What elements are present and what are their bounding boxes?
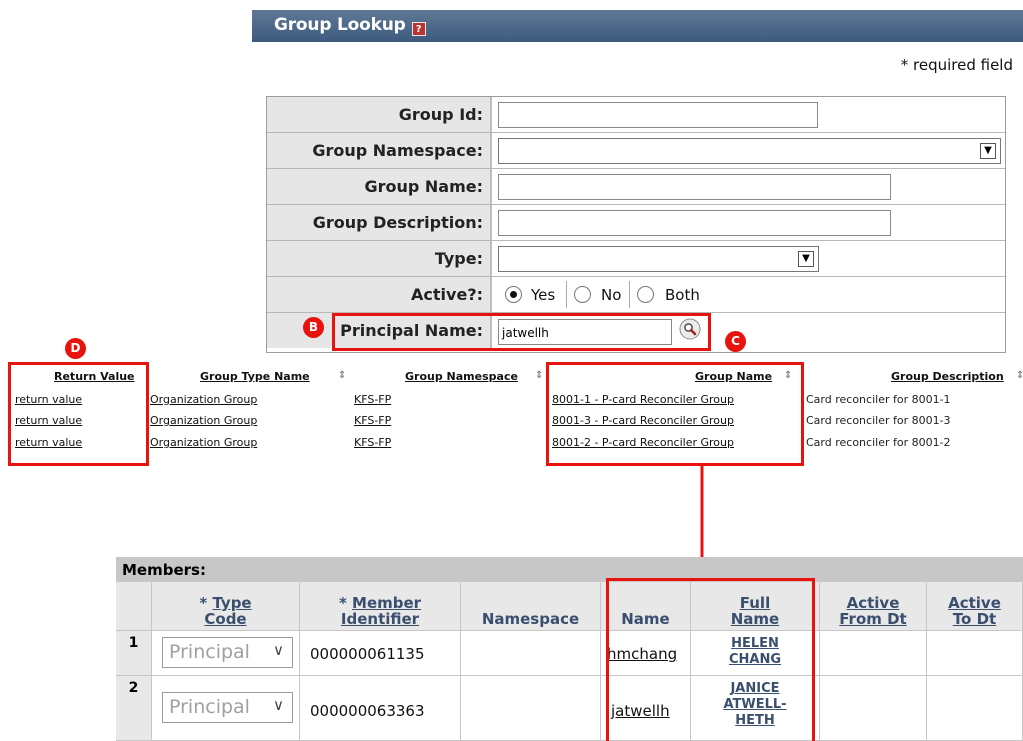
col-header-namespace: Namespace — [461, 582, 601, 631]
form-row-active: Active?: Yes No Both — [267, 277, 1005, 313]
type-code-select[interactable]: Principal ∨ — [162, 692, 293, 723]
active-from-cell — [820, 676, 927, 741]
sort-icon[interactable]: ⇕ — [1016, 370, 1023, 381]
callout-badge-b: B — [303, 317, 324, 338]
active-no-label: No — [601, 286, 622, 304]
members-table: Members: * Type Code * Member Identifier N… — [116, 557, 1023, 741]
col-header-return-value[interactable]: Return Value — [54, 370, 135, 383]
group-description-cell: Card reconciler for 8001-1 — [806, 393, 951, 406]
type-code-select[interactable]: Principal ∨ — [162, 637, 293, 668]
form-row-group-id: Group Id: — [267, 97, 1005, 133]
active-to-cell — [927, 631, 1023, 676]
form-row-type: Type: ▼ — [267, 241, 1005, 277]
group-name-label: Group Name: — [267, 169, 492, 204]
type-code-header-line2: Code — [204, 610, 247, 628]
group-namespace-select[interactable]: ▼ — [498, 138, 1001, 164]
group-name-link[interactable]: 8001-2 - P-card Reconciler Group — [552, 436, 734, 449]
col-header-member-identifier[interactable]: * Member Identifier — [300, 582, 461, 631]
row-number: 1 — [116, 631, 152, 676]
form-row-group-namespace: Group Namespace: ▼ — [267, 133, 1005, 169]
active-from-header-line2: From Dt — [839, 610, 907, 628]
return-value-link[interactable]: return value — [15, 414, 82, 427]
group-type-name-link[interactable]: Organization Group — [150, 393, 257, 406]
row-number-header — [116, 582, 152, 631]
sort-icon[interactable]: ⇕ — [338, 370, 346, 381]
chevron-down-icon: ∨ — [273, 641, 284, 659]
type-code-value: Principal — [169, 696, 250, 718]
members-title: Members: — [116, 557, 1023, 582]
namespace-header: Namespace — [481, 610, 580, 628]
col-header-type-code[interactable]: * Type Code — [152, 582, 300, 631]
active-both-radio[interactable] — [637, 286, 654, 303]
group-namespace-label: Group Namespace: — [267, 133, 492, 168]
group-namespace-link[interactable]: KFS-FP — [354, 436, 391, 449]
group-name-input[interactable] — [498, 174, 891, 200]
group-type-name-link[interactable]: Organization Group — [150, 414, 257, 427]
group-name-link[interactable]: 8001-1 - P-card Reconciler Group — [552, 393, 734, 406]
radio-divider — [629, 281, 630, 308]
radio-divider — [566, 281, 567, 308]
callout-badge-d: D — [65, 338, 86, 359]
table-cell-type-code: Principal ∨ — [152, 676, 300, 741]
page-title-bar: Group Lookup? — [252, 10, 1023, 42]
col-header-active-from[interactable]: Active From Dt — [820, 582, 927, 631]
namespace-cell — [461, 676, 601, 741]
return-value-link[interactable]: return value — [15, 436, 82, 449]
member-identifier-cell: 000000063363 — [300, 676, 461, 741]
group-description-cell: Card reconciler for 8001-3 — [806, 414, 951, 427]
col-header-group-namespace[interactable]: Group Namespace — [405, 370, 518, 383]
active-both-label: Both — [665, 286, 700, 304]
chevron-down-icon: ▼ — [798, 251, 814, 267]
col-header-group-type-name[interactable]: Group Type Name — [200, 370, 310, 383]
active-from-cell — [820, 631, 927, 676]
sort-icon[interactable]: ⇕ — [535, 370, 543, 381]
group-id-label: Group Id: — [267, 97, 492, 132]
group-type-name-link[interactable]: Organization Group — [150, 436, 257, 449]
callout-badge-c: C — [725, 331, 746, 352]
col-header-group-name[interactable]: Group Name — [695, 370, 772, 383]
group-description-label: Group Description: — [267, 205, 492, 240]
active-to-header-line2: To Dt — [952, 610, 997, 628]
group-namespace-link[interactable]: KFS-FP — [354, 393, 391, 406]
page-title: Group Lookup — [274, 15, 406, 35]
type-select[interactable]: ▼ — [498, 246, 819, 272]
type-code-value: Principal — [169, 641, 250, 663]
active-yes-label: Yes — [531, 286, 556, 304]
row-number: 2 — [116, 676, 152, 741]
active-no-radio[interactable] — [574, 286, 591, 303]
group-namespace-link[interactable]: KFS-FP — [354, 414, 391, 427]
active-to-cell — [927, 676, 1023, 741]
required-field-note: * required field — [900, 56, 1013, 74]
return-value-link[interactable]: return value — [15, 393, 82, 406]
form-row-group-description: Group Description: — [267, 205, 1005, 241]
sort-icon[interactable]: ⇕ — [784, 370, 792, 381]
callout-box-principal-name — [332, 313, 711, 351]
group-id-input[interactable] — [498, 102, 818, 128]
callout-box-full-name — [606, 578, 815, 741]
form-row-group-name: Group Name: — [267, 169, 1005, 205]
col-header-group-description[interactable]: Group Description — [891, 370, 1004, 383]
help-icon[interactable]: ? — [411, 22, 426, 36]
member-identifier-cell: 000000061135 — [300, 631, 461, 676]
group-description-input[interactable] — [498, 210, 891, 236]
chevron-down-icon: ∨ — [273, 696, 284, 714]
active-label: Active?: — [267, 277, 492, 312]
col-header-active-to[interactable]: Active To Dt — [927, 582, 1023, 631]
group-name-link[interactable]: 8001-3 - P-card Reconciler Group — [552, 414, 734, 427]
namespace-cell — [461, 631, 601, 676]
chevron-down-icon: ▼ — [980, 143, 996, 159]
active-yes-radio[interactable] — [505, 286, 522, 303]
type-label: Type: — [267, 241, 492, 276]
member-id-header-line2: Identifier — [340, 610, 420, 628]
table-cell-type-code: Principal ∨ — [152, 631, 300, 676]
group-description-cell: Card reconciler for 8001-2 — [806, 436, 951, 449]
